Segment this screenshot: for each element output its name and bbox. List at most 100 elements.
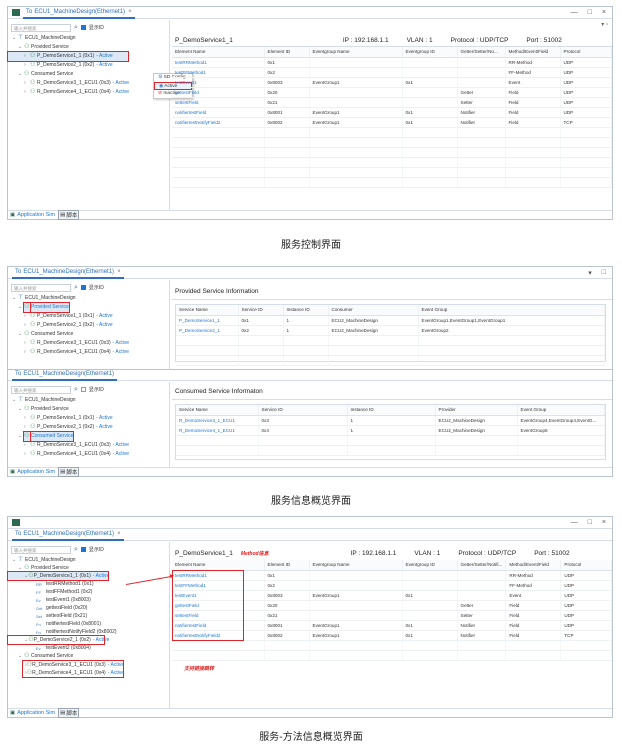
table-cell[interactable]: testEvent1 xyxy=(172,77,265,88)
table-cell[interactable]: notifiertestField xyxy=(172,107,265,118)
maximize-icon[interactable]: □ xyxy=(588,9,592,16)
column-header[interactable]: Method/Event/Field xyxy=(505,47,561,58)
tab-app-sim[interactable]: ▣ Application Sim xyxy=(10,710,55,716)
column-header[interactable]: Getter/Setter/Notifi... xyxy=(457,560,507,571)
column-header[interactable]: Instance ID xyxy=(347,405,436,416)
column-header[interactable]: Instance ID xyxy=(283,305,329,316)
tree-cs1[interactable]: › ⚇ R_DemoService3_1_ECU1 (0x3) - Active xyxy=(8,441,169,450)
column-header[interactable]: Protocol xyxy=(560,47,612,58)
search-icon[interactable]: ⌕ xyxy=(74,546,78,553)
close-icon[interactable]: × xyxy=(117,531,121,537)
show-id-checkbox[interactable] xyxy=(80,387,86,392)
column-header[interactable]: Event Group xyxy=(517,405,605,416)
tree-ps2[interactable]: › ⚇ P_DemoService2_1 (0x2) - Active xyxy=(8,321,169,330)
column-header[interactable]: Service Name xyxy=(176,305,239,316)
column-header[interactable]: Protocol xyxy=(560,560,612,571)
table-cell[interactable]: R_DemoService3_1_ECU1 xyxy=(176,415,259,426)
search-icon[interactable]: ⌕ xyxy=(74,284,78,291)
tab-script[interactable]: ▤ 脚本 xyxy=(58,708,80,718)
pane-menu-icon[interactable]: ▾ ▫ xyxy=(601,21,608,28)
tab-app-sim[interactable]: ▣ Application Sim xyxy=(10,469,55,475)
table-row[interactable]: testFFMethod1 0x2 FF-Method UDP xyxy=(172,67,612,78)
table-row[interactable]: gettestField 0x20 Getter Field UDP xyxy=(172,87,612,98)
table-cell[interactable]: settestField xyxy=(172,97,265,108)
close-icon[interactable]: × xyxy=(128,9,132,15)
column-header[interactable]: Element Name xyxy=(172,47,265,58)
table-row[interactable]: R_DemoService3_1_ECU1 0x3 1 ECU2_MachineDes… xyxy=(176,415,605,426)
table-cell[interactable]: R_DemoService4_1_ECU1 xyxy=(176,425,259,436)
table-row[interactable]: notifiertestNotifyField2 0x8002 EventGroup… xyxy=(172,117,612,128)
tab-ecu1[interactable]: To ECU1_MachineDesign(Ethernet1) × xyxy=(12,267,124,279)
tree-cs2[interactable]: › ⚇ R_DemoService4_1_ECU1 (0x4) - Active xyxy=(8,348,169,357)
tree-consumed[interactable]: ⌄ ⚇ Consumed Service xyxy=(8,70,169,79)
column-header[interactable]: Method/Event/Field xyxy=(505,560,562,571)
table-cell[interactable]: testRRMethod1 xyxy=(172,57,265,68)
tree-consumed[interactable]: ⌄ ⚇ Consumed Service xyxy=(8,330,169,339)
tree-root[interactable]: ⌄ ⊤ ECU1_MachineDesign xyxy=(8,34,169,43)
column-header[interactable]: Getter/Setter/No... xyxy=(457,47,506,58)
column-header[interactable]: Eventgroup ID xyxy=(402,560,458,571)
tree-ps1[interactable]: › ⚇ P_DemoService1_1 (0x1) - Active xyxy=(7,51,129,62)
tab-ecu1[interactable]: To ECU1_MachineDesign(Ethernet1) × xyxy=(23,7,135,19)
column-header[interactable]: Eventgroup Name xyxy=(309,560,403,571)
column-header[interactable]: Event Group xyxy=(418,305,605,316)
column-header[interactable]: Element ID xyxy=(264,560,310,571)
table-row[interactable]: settestField 0x21 Setter Field UDP xyxy=(172,97,612,108)
column-header[interactable]: Service Name xyxy=(176,405,259,416)
table-row[interactable]: P_DemoService1_1 0x1 1 ECU2_MachineDesign Ev… xyxy=(176,315,605,326)
table-row[interactable]: R_DemoService4_1_ECU1 0x4 1 ECU2_MachineDes… xyxy=(176,425,605,436)
tree-ps2[interactable]: › ⚇ P_DemoService2_1 (0x2) - Active xyxy=(8,61,169,70)
tree-consumed[interactable]: ⌄ ⚇ Consumed Service xyxy=(8,431,169,442)
column-header[interactable]: Provider xyxy=(435,405,518,416)
column-header[interactable]: Eventgroup Name xyxy=(309,47,403,58)
maximize-icon[interactable]: □ xyxy=(602,269,606,277)
table-cell[interactable]: gettestField xyxy=(172,87,265,98)
show-id-checkbox[interactable] xyxy=(80,547,86,552)
column-header[interactable]: Consumer xyxy=(328,305,419,316)
tree-method[interactable]: Ev testEvent1 (0x8003) xyxy=(8,596,169,604)
show-id-checkbox[interactable] xyxy=(80,25,86,30)
column-header[interactable]: Element Name xyxy=(172,560,265,571)
table-cell[interactable]: P_DemoService1_1 xyxy=(176,315,239,326)
close-window-icon[interactable]: × xyxy=(602,9,606,16)
tree-cs2[interactable]: › ⚇ R_DemoService4_1_ECU1 (0x4) - Active xyxy=(23,669,124,677)
search-input[interactable]: 输入并搜索 xyxy=(11,283,71,292)
tab-script[interactable]: ▤ 脚本 xyxy=(58,467,80,477)
show-id-checkbox[interactable] xyxy=(80,285,86,290)
search-input[interactable]: 输入并搜索 xyxy=(11,23,71,32)
tree-cs1[interactable]: › ⚇ R_DemoService3_1_ECU1 (0x3) - Active xyxy=(8,79,169,88)
tree-provided[interactable]: ⌄ ⚇ Provided Service xyxy=(8,302,169,313)
table-row[interactable]: testRRMethod1 0x1 RR-Method UDP xyxy=(172,57,612,68)
column-header[interactable]: Service ID xyxy=(258,405,348,416)
search-input[interactable]: 输入并搜索 xyxy=(11,385,71,394)
table-row[interactable]: testEvent1 0x8003 EventGroup1 0x1 Event UDP xyxy=(172,77,612,88)
tab-app-sim[interactable]: ▣ Application Sim xyxy=(10,212,55,218)
tree-root[interactable]: ⌄ ⊤ ECU1_MachineDesign xyxy=(8,396,169,405)
tree-consumed[interactable]: ⌄ ⚇ Consumed Service xyxy=(8,652,169,660)
table-row[interactable]: notifiertestField 0x8001 EventGroup1 0x1 Not… xyxy=(172,107,612,118)
table-cell[interactable]: testFFMethod1 xyxy=(172,67,265,78)
minimize-icon[interactable]: — xyxy=(571,9,578,16)
tree-cs1[interactable]: › ⚇ R_DemoService3_1_ECU1 (0x3) - Active xyxy=(8,339,169,348)
tree-cs2[interactable]: › ⚇ R_DemoService4_1_ECU1 (0x4) - Active xyxy=(8,450,169,459)
tree-ps1[interactable]: › ⚇ P_DemoService1_1 (0x1) - Active xyxy=(8,312,169,321)
table-cell[interactable]: notifiertestNotifyField2 xyxy=(172,117,265,128)
tree-ps2[interactable]: › ⚇ P_DemoService2_1 (0x2) - Active xyxy=(8,423,169,432)
tree-ps1[interactable]: › ⚇ P_DemoService1_1 (0x1) - Active xyxy=(8,414,169,423)
column-header[interactable]: Element ID xyxy=(264,47,310,58)
tree-cs2[interactable]: › ⚇ R_DemoService4_1_ECU1 (0x4) - Active xyxy=(8,88,169,97)
restore-icon[interactable]: ▾ xyxy=(588,269,592,277)
minimize-icon[interactable]: — xyxy=(571,519,578,526)
tree-method[interactable]: Get gettestField (0x20) xyxy=(8,604,169,612)
search-icon[interactable]: ⌕ xyxy=(74,24,78,31)
table-row[interactable]: P_DemoService2_1 0x2 1 ECU2_MachineDesign Ev… xyxy=(176,325,605,336)
column-header[interactable]: Eventgroup ID xyxy=(402,47,458,58)
search-input[interactable]: 输入并搜索 xyxy=(11,545,71,554)
tree-provided[interactable]: ⌄ ⚇ Provided Service xyxy=(8,43,169,52)
tab-ecu1[interactable]: To ECU1_MachineDesign(Ethernet1) xyxy=(12,369,118,381)
close-window-icon[interactable]: × xyxy=(602,519,606,526)
column-header[interactable]: Service ID xyxy=(238,305,284,316)
tree-root[interactable]: ⌄ ⊤ ECU1_MachineDesign xyxy=(8,294,169,303)
tree-provided[interactable]: ⌄ ⚇ Provided Service xyxy=(8,405,169,414)
maximize-icon[interactable]: □ xyxy=(588,519,592,526)
